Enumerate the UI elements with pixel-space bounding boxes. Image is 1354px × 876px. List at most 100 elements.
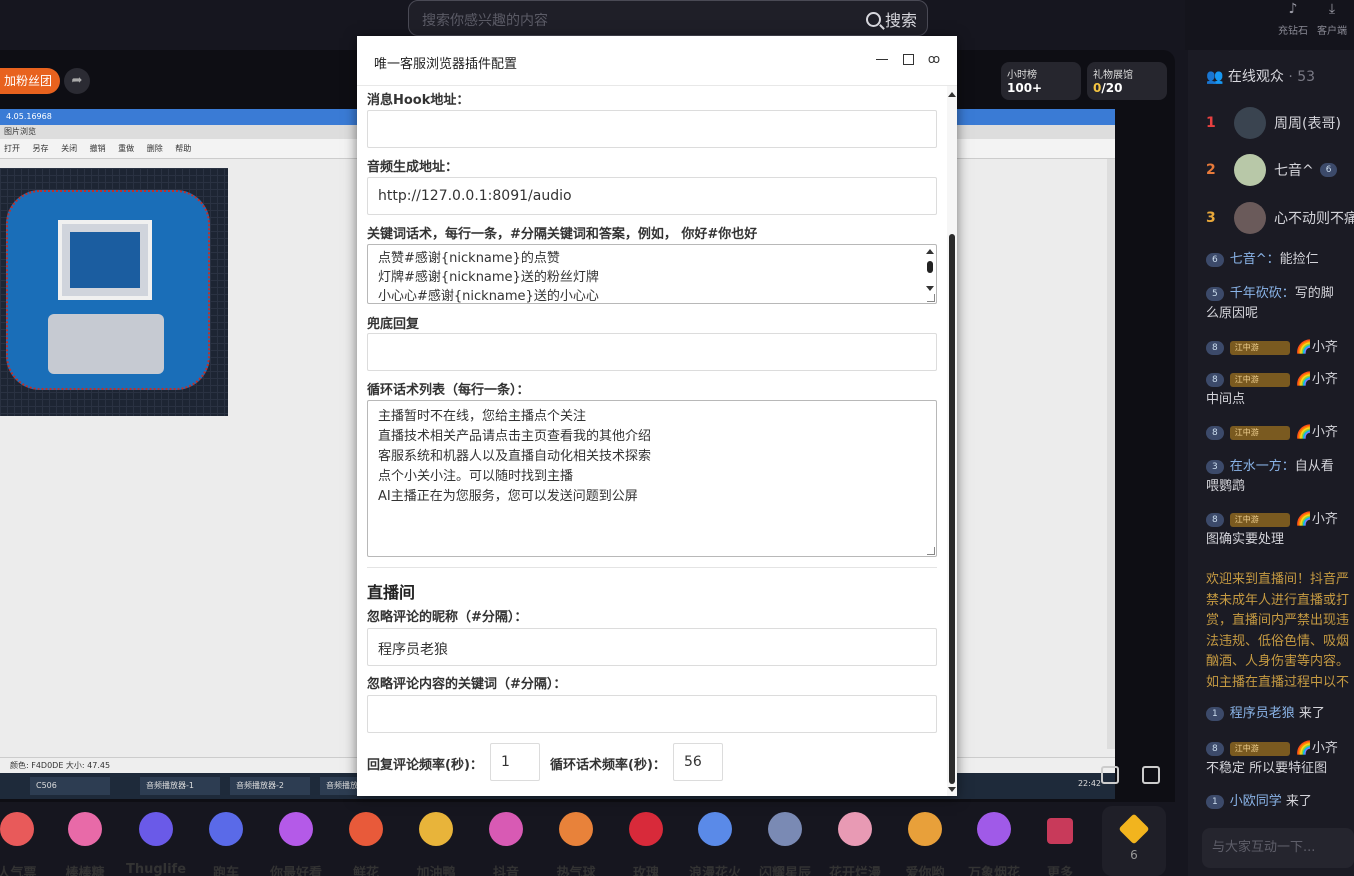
hour-rank-badge[interactable]: 小时榜 100+ (1001, 62, 1081, 100)
hook-url-input[interactable] (367, 110, 937, 148)
rank-item[interactable]: 1 周周(表哥) (1206, 107, 1341, 139)
scroll-thumb[interactable] (949, 234, 955, 784)
search-box[interactable]: 搜索你感兴趣的内容 搜索 (408, 0, 928, 36)
gift-bar: 人气票 棒棒糖 Thuglife 跑车 你最好看 鲜花 加油鸭 抖音 热气球 玫… (0, 806, 1090, 876)
fallback-reply-label: 兜底回复 (367, 317, 420, 332)
pixel-canvas (0, 168, 228, 416)
gift-icon (698, 812, 732, 846)
gift-box-icon (1047, 818, 1073, 844)
audio-url-input[interactable]: http://127.0.0.1:8091/audio (367, 177, 937, 215)
chat-message: 图确实要处理 (1206, 532, 1285, 547)
gift-icon (908, 812, 942, 846)
system-notice: 欢迎来到直播间！抖音严禁未成年人进行直播或打赏，直播间内严禁出现违法违规、低俗色… (1206, 572, 1350, 690)
recharge-button[interactable]: ♪ 充钻石 (1273, 0, 1313, 37)
ignore-keyword-input[interactable] (367, 695, 937, 733)
search-button-label: 搜索 (884, 11, 917, 30)
gift-item[interactable]: 人气票 (0, 812, 52, 876)
minimize-icon[interactable] (875, 52, 889, 66)
loop-frequency-label: 循环话术频率(秒)： (550, 758, 666, 773)
dialog-title-bar[interactable]: 唯一客服浏览器插件配置 ꝏ (357, 36, 957, 86)
gift-item[interactable]: 跑车 (191, 812, 261, 876)
gift-item[interactable]: 热气球 (541, 812, 611, 876)
reply-frequency-input[interactable]: 1 (490, 743, 540, 781)
gift-icon (0, 812, 34, 846)
chat-message: 8 江中游 🌈小齐 (1206, 508, 1354, 527)
more-gifts-button[interactable]: 更多 (1025, 812, 1095, 876)
textarea-line: 直播技术相关产品请点击主页查看我的其他介绍 (378, 429, 652, 444)
chat-message: 么原因呢 (1206, 306, 1259, 321)
resize-handle-icon[interactable] (927, 294, 935, 302)
top-right-actions: ♪ 充钻石 ⤓ 客户端 (1185, 0, 1354, 50)
gift-item[interactable]: 爱你哟 (890, 812, 960, 876)
keyword-script-textarea[interactable]: 点赞#感谢{nickname}的点赞 灯牌#感谢{nickname}送的粉丝灯牌… (367, 244, 937, 304)
textarea-line: 主播暂时不在线，您给主播点个关注 (378, 409, 587, 424)
join-fan-club-button[interactable]: 加粉丝团 (0, 68, 60, 94)
gift-item[interactable]: 加油鸭 (401, 812, 471, 876)
textarea-line: 客服系统和机器人以及直播自动化相关技术探索 (378, 449, 652, 464)
online-audience-header[interactable]: 👥 在线观众 · 53 (1206, 66, 1315, 86)
online-audience-count: · 53 (1288, 69, 1316, 85)
gift-icon (559, 812, 593, 846)
diamond-balance-button[interactable]: 6 (1102, 806, 1166, 876)
ignore-keyword-label: 忽略评论内容的关键词（#分隔）： (367, 677, 567, 692)
gift-gallery-count: 0/20 (1093, 81, 1123, 95)
search-button[interactable]: 搜索 (865, 7, 917, 31)
gift-item[interactable]: 万象烟花 (959, 812, 1029, 876)
gift-item[interactable]: 浪漫花火 (680, 812, 750, 876)
rank-item[interactable]: 2 七音^ 6 (1206, 154, 1343, 186)
gift-item[interactable]: 闪耀星辰 (750, 812, 820, 876)
robot-pixel-icon (6, 190, 210, 390)
dialog-title: 唯一客服浏览器插件配置 (374, 57, 518, 72)
gift-gallery-badge[interactable]: 礼物展馆 0/20 (1087, 62, 1167, 100)
maximize-icon[interactable] (903, 54, 914, 65)
share-icon[interactable]: ➦ (64, 68, 90, 94)
fullscreen-icon[interactable] (1142, 766, 1160, 784)
level-badge: 6 (1319, 163, 1338, 177)
rank-item[interactable]: 3 心不动则不痛 (1206, 202, 1354, 234)
gift-icon (768, 812, 802, 846)
gift-item[interactable]: 玫瑰 (611, 812, 681, 876)
chat-message: 1 程序员老狼 来了 (1206, 702, 1354, 721)
desk-scrollbar (1107, 159, 1115, 749)
gift-gallery-label: 礼物展馆 (1093, 70, 1133, 81)
loop-frequency-input[interactable]: 56 (673, 743, 723, 781)
chat-message: 3 在水一方：自从看 (1206, 455, 1354, 474)
picture-in-picture-icon[interactable] (1101, 766, 1119, 784)
gift-item[interactable]: 抖音 (471, 812, 541, 876)
fallback-reply-input[interactable] (367, 333, 937, 371)
taskbar-clock: 22:42 (1077, 779, 1101, 788)
chat-message: 8 江中游 🌈小齐 (1206, 421, 1354, 440)
hour-rank-value: 100+ (1007, 81, 1043, 95)
gift-item[interactable]: 你最好看 (261, 812, 331, 876)
gift-item[interactable]: 花开烂漫 (820, 812, 890, 876)
textarea-line: 灯牌#感谢{nickname}送的粉丝灯牌 (378, 270, 599, 285)
download-icon: ⤓ (1328, 1, 1336, 17)
gift-icon (838, 812, 872, 846)
chat-message: 8 江中游 🌈小齐 (1206, 737, 1354, 756)
gift-item[interactable]: 鲜花 (331, 812, 401, 876)
robot-head (58, 220, 152, 300)
dialog-scrollbar[interactable] (947, 86, 957, 796)
gift-item[interactable]: 棒棒糖 (50, 812, 120, 876)
resize-handle-icon[interactable] (927, 547, 935, 555)
loop-script-textarea[interactable]: 主播暂时不在线，您给主播点个关注 直播技术相关产品请点击主页查看我的其他介绍 客… (367, 400, 937, 557)
client-download-button[interactable]: ⤓ 客户端 (1312, 0, 1352, 37)
recharge-label: 充钻石 (1278, 26, 1308, 37)
gift-item[interactable]: Thuglife (121, 812, 191, 876)
diamond-icon (1118, 813, 1150, 845)
search-input[interactable]: 搜索你感兴趣的内容 (422, 10, 548, 30)
close-icon[interactable]: ꝏ (927, 52, 941, 66)
taskbar-item: 音频播放器-2 (230, 777, 310, 795)
taskbar-item: 音频播放器-1 (140, 777, 220, 795)
robot-body (48, 314, 164, 374)
chat-input[interactable]: 与大家互动一下... (1202, 828, 1354, 868)
gift-icon (419, 812, 453, 846)
scroll-down-icon[interactable] (948, 787, 956, 792)
taskbar-item: C506 (30, 777, 110, 795)
ignore-nickname-input[interactable]: 程序员老狼 (367, 628, 937, 666)
plugin-config-dialog: 唯一客服浏览器插件配置 ꝏ 消息Hook地址： 音频生成地址： http://1… (357, 36, 957, 796)
gift-icon (977, 812, 1011, 846)
section-divider (367, 567, 937, 568)
scroll-up-icon[interactable] (948, 92, 956, 97)
gift-icon (489, 812, 523, 846)
